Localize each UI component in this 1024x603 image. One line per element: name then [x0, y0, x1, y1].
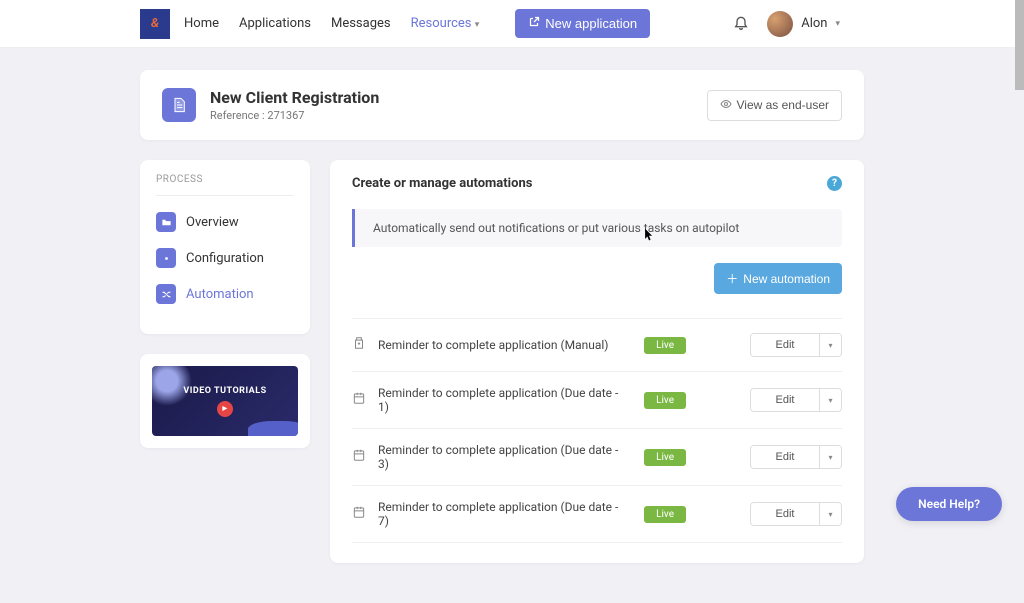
help-icon[interactable]: ? [827, 176, 842, 191]
edit-button-group: Edit▾ [750, 445, 842, 469]
new-application-button[interactable]: New application [515, 9, 650, 38]
page-title: New Client Registration [210, 88, 379, 107]
automation-row: Reminder to complete application (Due da… [352, 486, 842, 543]
calendar-icon [352, 448, 366, 466]
shuffle-icon [156, 284, 176, 304]
folder-icon [156, 212, 176, 232]
process-sidebar: PROCESS Overview Configuration [140, 160, 310, 334]
page-header-card: New Client Registration Reference : 2713… [140, 70, 864, 140]
chevron-down-icon: ▾ [475, 20, 480, 30]
top-bar: & Home Applications Messages Resources ▾… [0, 0, 1024, 48]
edit-button[interactable]: Edit [751, 503, 819, 525]
page-reference: Reference : 271367 [210, 109, 379, 122]
automation-row: Reminder to complete application (Due da… [352, 372, 842, 429]
video-tutorials-card[interactable]: VIDEO TUTORIALS [140, 354, 310, 448]
status-badge: Live [644, 392, 686, 409]
automation-name: Reminder to complete application (Due da… [378, 443, 632, 471]
automation-name: Reminder to complete application (Due da… [378, 500, 632, 528]
sidebar-item-overview[interactable]: Overview [156, 204, 294, 240]
edit-button-group: Edit▾ [750, 502, 842, 526]
notifications-icon[interactable] [733, 14, 749, 34]
new-automation-button[interactable]: ＋ New automation [714, 263, 842, 294]
document-icon [162, 88, 196, 122]
eye-icon [720, 98, 732, 113]
user-name: Alon [801, 16, 827, 31]
sidebar-item-configuration[interactable]: Configuration [156, 240, 294, 276]
edit-button-group: Edit▾ [750, 388, 842, 412]
clipboard-icon [352, 336, 366, 354]
automation-name: Reminder to complete application (Due da… [378, 386, 632, 414]
sidebar-item-automation[interactable]: Automation [156, 276, 294, 312]
play-icon [217, 401, 233, 417]
calendar-icon [352, 391, 366, 409]
nav-resources-label: Resources [411, 16, 472, 31]
automation-name: Reminder to complete application (Manual… [378, 338, 632, 352]
scrollbar-thumb[interactable] [1015, 0, 1024, 90]
avatar [767, 11, 793, 37]
status-badge: Live [644, 337, 686, 354]
nav-resources[interactable]: Resources ▾ [411, 16, 480, 31]
view-as-end-user-label: View as end-user [737, 98, 830, 112]
panel-title: Create or manage automations [352, 176, 532, 191]
nav-applications[interactable]: Applications [239, 16, 311, 31]
view-as-end-user-button[interactable]: View as end-user [707, 90, 843, 121]
automation-row: Reminder to complete application (Manual… [352, 318, 842, 372]
sidebar-section-label: PROCESS [156, 174, 294, 196]
automations-panel: Create or manage automations ? Automatic… [330, 160, 864, 563]
nav-messages[interactable]: Messages [331, 16, 391, 31]
sidebar-item-label: Automation [186, 287, 254, 302]
new-application-label: New application [545, 16, 637, 31]
automation-row: Reminder to complete application (Due da… [352, 429, 842, 486]
edit-button[interactable]: Edit [751, 446, 819, 468]
edit-button[interactable]: Edit [751, 389, 819, 411]
edit-dropdown-button[interactable]: ▾ [819, 446, 841, 468]
sidebar-item-label: Overview [186, 215, 239, 230]
app-logo[interactable]: & [140, 9, 170, 39]
status-badge: Live [644, 449, 686, 466]
new-automation-label: New automation [743, 272, 830, 286]
user-menu[interactable]: Alon ▾ [767, 11, 840, 37]
status-badge: Live [644, 506, 686, 523]
video-tutorials-label: VIDEO TUTORIALS [183, 386, 266, 396]
top-nav: Home Applications Messages Resources ▾ [184, 16, 479, 31]
gear-icon [156, 248, 176, 268]
edit-dropdown-button[interactable]: ▾ [819, 503, 841, 525]
calendar-icon [352, 505, 366, 523]
edit-dropdown-button[interactable]: ▾ [819, 389, 841, 411]
sidebar-item-label: Configuration [186, 251, 264, 266]
external-link-icon [528, 16, 540, 31]
video-tutorials-thumbnail: VIDEO TUTORIALS [152, 366, 298, 436]
need-help-button[interactable]: Need Help? [896, 487, 1002, 521]
automations-list: Reminder to complete application (Manual… [330, 294, 864, 543]
edit-dropdown-button[interactable]: ▾ [819, 334, 841, 356]
edit-button[interactable]: Edit [751, 334, 819, 356]
nav-home[interactable]: Home [184, 16, 219, 31]
intro-banner: Automatically send out notifications or … [352, 209, 842, 247]
chevron-down-icon: ▾ [835, 19, 840, 29]
edit-button-group: Edit▾ [750, 333, 842, 357]
plus-icon: ＋ [726, 270, 738, 287]
